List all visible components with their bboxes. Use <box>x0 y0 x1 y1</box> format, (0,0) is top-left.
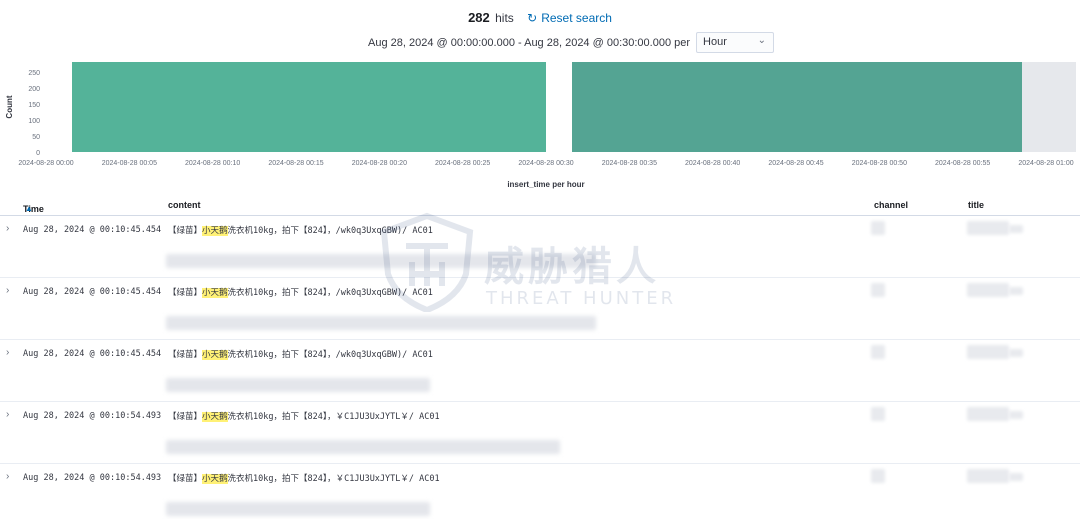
expand-row-icon[interactable]: › <box>6 347 9 358</box>
y-tick-label: 0 <box>36 150 40 157</box>
redacted-content <box>166 316 596 330</box>
x-tick-label: 2024-08-28 00:45 <box>768 160 823 167</box>
content-prefix: 【绿苗】 <box>168 226 203 236</box>
row-content: 【绿苗】小天鹅洗衣机10kg，拍下【824】，￥C1JU3UxJYTL￥/ AC… <box>168 410 440 422</box>
y-tick-label: 250 <box>28 70 40 77</box>
reset-search-link[interactable]: ↻ Reset search <box>527 11 612 25</box>
redacted-channel <box>871 221 885 235</box>
redacted-content <box>166 502 430 516</box>
row-content: 【绿苗】小天鹅洗衣机10kg，拍下【824】，/wk0q3UxqGBW)/ AC… <box>168 286 433 298</box>
row-content: 【绿苗】小天鹅洗衣机10kg，拍下【824】，/wk0q3UxqGBW)/ AC… <box>168 348 433 360</box>
redacted-channel <box>871 469 885 483</box>
y-tick-label: 50 <box>32 134 40 141</box>
col-channel-header[interactable]: channel <box>874 200 908 210</box>
x-axis-label: insert_time per hour <box>507 180 584 189</box>
table-header: Time ▲ content channel title <box>0 196 1080 216</box>
hits-count: 282 <box>468 10 490 25</box>
interval-value: Hour <box>703 36 727 48</box>
y-tick-label: 150 <box>28 102 40 109</box>
x-tick-label: 2024-08-28 00:00 <box>18 160 73 167</box>
redacted-title-extra <box>1009 411 1023 419</box>
x-tick-label: 2024-08-28 00:15 <box>268 160 323 167</box>
time-range-bar: Aug 28, 2024 @ 00:00:00.000 - Aug 28, 20… <box>0 32 1080 53</box>
x-tick-label: 2024-08-28 00:50 <box>852 160 907 167</box>
x-tick-label: 2024-08-28 00:05 <box>102 160 157 167</box>
redacted-title <box>967 221 1009 235</box>
row-content: 【绿苗】小天鹅洗衣机10kg，拍下【824】，￥C1JU3UxJYTL￥/ AC… <box>168 472 440 484</box>
redacted-title <box>967 345 1009 359</box>
content-suffix: 洗衣机10kg，拍下【824】，￥C1JU3UxJYTL￥/ AC01 <box>227 412 440 422</box>
chevron-down-icon: ⌄ <box>757 35 767 46</box>
redacted-content <box>166 254 596 268</box>
y-tick-label: 200 <box>28 86 40 93</box>
content-prefix: 【绿苗】 <box>168 288 203 298</box>
redacted-content <box>166 378 430 392</box>
x-tick-label: 2024-08-28 00:40 <box>685 160 740 167</box>
highlight-term: 小天鹅 <box>202 288 228 298</box>
x-tick-label: 2024-08-28 00:35 <box>602 160 657 167</box>
highlight-term: 小天鹅 <box>202 412 228 422</box>
redacted-title <box>967 469 1009 483</box>
redacted-title <box>967 283 1009 297</box>
expand-row-icon[interactable]: › <box>6 409 9 420</box>
y-axis-label: Count <box>5 95 14 118</box>
x-tick-label: 2024-08-28 00:30 <box>518 160 573 167</box>
content-suffix: 洗衣机10kg，拍下【824】，/wk0q3UxqGBW)/ AC01 <box>227 226 433 236</box>
col-content-header[interactable]: content <box>168 200 201 210</box>
table-row[interactable]: › Aug 28, 2024 @ 00:10:54.493 【绿苗】小天鹅洗衣机10… <box>0 402 1080 464</box>
redacted-title-extra <box>1009 287 1023 295</box>
expand-row-icon[interactable]: › <box>6 223 9 234</box>
reset-search-label: Reset search <box>541 11 612 25</box>
row-time: Aug 28, 2024 @ 00:10:45.454 <box>23 349 162 359</box>
interval-select[interactable]: Hour ⌄ <box>696 32 775 53</box>
sort-asc-icon[interactable]: ▲ <box>25 204 33 213</box>
expand-row-icon[interactable]: › <box>6 471 9 482</box>
row-time: Aug 28, 2024 @ 00:10:54.493 <box>23 411 162 421</box>
x-tick-label: 2024-08-28 01:00 <box>1018 160 1073 167</box>
x-tick-label: 2024-08-28 00:25 <box>435 160 490 167</box>
content-suffix: 洗衣机10kg，拍下【824】，￥C1JU3UxJYTL￥/ AC01 <box>227 474 440 484</box>
redacted-channel <box>871 345 885 359</box>
redacted-channel <box>871 283 885 297</box>
expand-row-icon[interactable]: › <box>6 285 9 296</box>
histogram-bar <box>72 62 546 152</box>
table-row[interactable]: › Aug 28, 2024 @ 00:10:45.454 【绿苗】小天鹅洗衣机10… <box>0 216 1080 278</box>
content-prefix: 【绿苗】 <box>168 474 203 484</box>
row-time: Aug 28, 2024 @ 00:10:45.454 <box>23 287 162 297</box>
col-title-header[interactable]: title <box>968 200 984 210</box>
hits-label: hits <box>495 11 514 25</box>
time-range-text: Aug 28, 2024 @ 00:00:00.000 - Aug 28, 20… <box>367 36 691 49</box>
highlight-term: 小天鹅 <box>202 350 228 360</box>
row-content: 【绿苗】小天鹅洗衣机10kg，拍下【824】，/wk0q3UxqGBW)/ AC… <box>168 224 433 236</box>
content-suffix: 洗衣机10kg，拍下【824】，/wk0q3UxqGBW)/ AC01 <box>227 350 433 360</box>
redacted-channel <box>871 407 885 421</box>
redacted-title-extra <box>1009 473 1023 481</box>
highlight-term: 小天鹅 <box>202 474 228 484</box>
table-row[interactable]: › Aug 28, 2024 @ 00:10:45.454 【绿苗】小天鹅洗衣机10… <box>0 340 1080 402</box>
doc-table: Time ▲ content channel title › Aug 28, 202… <box>0 196 1080 519</box>
redacted-title <box>967 407 1009 421</box>
x-tick-label: 2024-08-28 00:20 <box>352 160 407 167</box>
row-time: Aug 28, 2024 @ 00:10:45.454 <box>23 225 162 235</box>
content-suffix: 洗衣机10kg，拍下【824】，/wk0q3UxqGBW)/ AC01 <box>227 288 433 298</box>
content-prefix: 【绿苗】 <box>168 412 203 422</box>
content-prefix: 【绿苗】 <box>168 350 203 360</box>
y-tick-label: 100 <box>28 118 40 125</box>
redacted-title-extra <box>1009 349 1023 357</box>
x-tick-label: 2024-08-28 00:55 <box>935 160 990 167</box>
refresh-icon: ↻ <box>527 11 538 25</box>
row-time: Aug 28, 2024 @ 00:10:54.493 <box>23 473 162 483</box>
redacted-title-extra <box>1009 225 1023 233</box>
histogram-chart: 0 50 100 150 200 250 Count 2024-08-28 00:00 2024… <box>5 62 1076 189</box>
x-tick-label: 2024-08-28 00:10 <box>185 160 240 167</box>
hits-bar: 282 hits ↻ Reset search <box>0 10 1080 25</box>
histogram-bar <box>572 62 1022 152</box>
redacted-content <box>166 440 560 454</box>
table-row[interactable]: › Aug 28, 2024 @ 00:10:54.493 【绿苗】小天鹅洗衣机10… <box>0 464 1080 519</box>
highlight-term: 小天鹅 <box>202 226 228 236</box>
table-row[interactable]: › Aug 28, 2024 @ 00:10:45.454 【绿苗】小天鹅洗衣机10… <box>0 278 1080 340</box>
